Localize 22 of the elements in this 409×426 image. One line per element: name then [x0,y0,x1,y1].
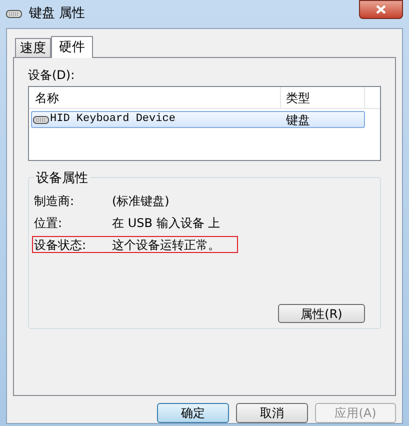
column-header[interactable]: 类型 [281,87,365,108]
keyboard-icon [33,116,49,124]
device-type: 键盘 [285,112,310,128]
keyboard-icon [6,10,22,18]
field-value: 在 USB 输入设备 上 [112,214,220,232]
properties-button[interactable]: 属性(R) [278,304,365,323]
column-header[interactable]: 名称 [29,87,281,108]
tab[interactable]: 硬件 [51,36,93,58]
devices-label: 设备(D): [28,67,76,83]
field-label: 制造商: [34,192,76,210]
window-title: 键盘 属性 [29,5,86,24]
dialog-button[interactable]: 取消 [236,403,308,423]
device-row[interactable]: HID Keyboard Device 键盘 [31,111,365,128]
dialog-button[interactable]: 确定 [157,403,229,423]
close-button[interactable] [359,0,403,18]
field-label: 位置: [34,214,64,232]
field-value: 这个设备运转正常。 [112,236,220,254]
field-label: 设备状态: [34,236,88,254]
close-icon [376,4,386,14]
field-value: (标准键盘) [112,192,170,210]
tab[interactable]: 速度 [15,38,51,57]
device-name: HID Keyboard Device [50,112,176,128]
